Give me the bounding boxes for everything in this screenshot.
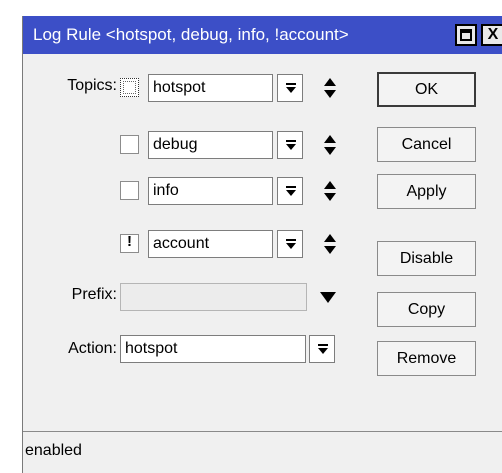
topic-4-reorder-icon[interactable] <box>323 233 337 255</box>
topic-2-reorder-icon[interactable] <box>323 134 337 156</box>
topic-4-dropdown-icon[interactable] <box>277 230 303 258</box>
topics-label: Topics: <box>67 77 117 94</box>
topic-3-dropdown-icon[interactable] <box>277 177 303 205</box>
negate-mark: ! <box>127 233 132 250</box>
disable-button[interactable]: Disable <box>377 241 476 276</box>
topic-2-dropdown-icon[interactable] <box>277 131 303 159</box>
topic-3-reorder-icon[interactable] <box>323 180 337 202</box>
apply-button[interactable]: Apply <box>377 174 476 209</box>
prefix-field[interactable] <box>120 283 307 311</box>
action-label: Action: <box>68 340 117 357</box>
topic-1-reorder-icon[interactable] <box>323 77 337 99</box>
topic-1-field[interactable]: hotspot <box>148 74 273 102</box>
topic-2-field[interactable]: debug <box>148 131 273 159</box>
action-dropdown-icon[interactable] <box>309 335 335 363</box>
status-bar: enabled <box>23 431 502 473</box>
topic-4-checkbox[interactable]: ! <box>120 233 139 253</box>
topic-3-field[interactable]: info <box>148 177 273 205</box>
title-bar[interactable]: Log Rule <hotspot, debug, info, !account… <box>23 16 502 54</box>
topic-2-checkbox[interactable] <box>120 135 139 154</box>
prefix-dropdown-icon[interactable] <box>319 291 337 305</box>
topic-3-checkbox[interactable] <box>120 181 139 200</box>
remove-button[interactable]: Remove <box>377 341 476 376</box>
close-icon[interactable]: X <box>481 24 502 46</box>
topic-1-checkbox[interactable] <box>120 78 139 97</box>
status-text: enabled <box>25 442 82 459</box>
window-title: Log Rule <hotspot, debug, info, !account… <box>33 25 349 44</box>
prefix-label: Prefix: <box>71 286 117 303</box>
ok-button[interactable]: OK <box>377 72 476 107</box>
log-rule-window: Log Rule <hotspot, debug, info, !account… <box>22 16 502 473</box>
copy-button[interactable]: Copy <box>377 292 476 327</box>
topic-1-dropdown-icon[interactable] <box>277 74 303 102</box>
topic-4-field[interactable]: account <box>148 230 273 258</box>
action-field[interactable]: hotspot <box>120 335 306 363</box>
cancel-button[interactable]: Cancel <box>377 127 476 162</box>
maximize-icon[interactable] <box>455 24 477 46</box>
